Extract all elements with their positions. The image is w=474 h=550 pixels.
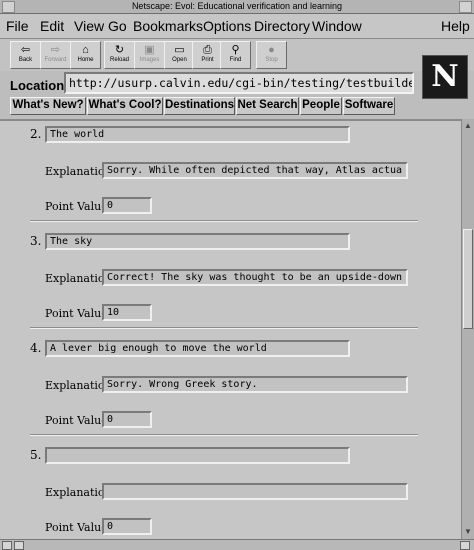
- answer-input[interactable]: A lever big enough to move the world: [45, 340, 350, 357]
- forward-label: Forward: [44, 57, 67, 63]
- menu-options[interactable]: Options: [203, 18, 251, 34]
- back-arrow-icon: ⇦: [20, 44, 31, 56]
- whats-new-button[interactable]: What's New?: [10, 97, 86, 115]
- window-menu-button[interactable]: [2, 1, 15, 13]
- whats-cool-button[interactable]: What's Cool?: [87, 97, 163, 115]
- menu-directory[interactable]: Directory: [254, 18, 310, 34]
- stop-icon: ●: [268, 44, 275, 56]
- home-label: Home: [77, 57, 94, 63]
- location-input[interactable]: http://usurp.calvin.edu/cgi-bin/testing/…: [64, 72, 414, 94]
- images-icon: ▣: [144, 44, 155, 56]
- question-number: 5.: [30, 448, 42, 462]
- menu-view[interactable]: View: [74, 18, 104, 34]
- reload-label: Reload: [109, 57, 129, 63]
- menu-window[interactable]: Window: [312, 18, 362, 34]
- menu-bookmarks[interactable]: Bookmarks: [133, 18, 203, 34]
- software-button[interactable]: Software: [343, 97, 395, 115]
- netscape-logo[interactable]: N: [422, 55, 468, 99]
- question-number: 4.: [30, 341, 42, 355]
- location-label: Location:: [10, 78, 69, 93]
- home-icon: ⌂: [82, 44, 89, 56]
- divider: [30, 327, 418, 329]
- open-label: Open: [172, 57, 187, 63]
- point-value-input[interactable]: 0: [102, 197, 152, 214]
- reload-icon: ↻: [114, 44, 125, 56]
- open-icon: ▭: [174, 44, 185, 56]
- net-search-button[interactable]: Net Search: [236, 97, 299, 115]
- home-button[interactable]: ⌂ Home: [70, 41, 101, 69]
- print-icon: ⎙: [203, 44, 212, 56]
- vertical-scrollbar[interactable]: ▲ ▼: [461, 119, 474, 539]
- stop-label: Stop: [265, 57, 278, 63]
- find-icon: ⚲: [231, 44, 240, 56]
- menu-edit[interactable]: Edit: [40, 18, 64, 34]
- scroll-up-icon[interactable]: ▲: [464, 121, 472, 130]
- print-label: Print: [201, 57, 214, 63]
- menu-bar: File Edit View Go Bookmarks Options Dire…: [0, 14, 474, 39]
- point-value-input[interactable]: 0: [102, 411, 152, 428]
- answer-input[interactable]: The sky: [45, 233, 350, 250]
- destinations-button[interactable]: Destinations: [164, 97, 235, 115]
- window-title: Netscape: Evol: Educational verification…: [131, 1, 343, 11]
- explanation-input[interactable]: Correct! The sky was thought to be an up…: [102, 269, 408, 286]
- back-button[interactable]: ⇦ Back: [10, 41, 41, 69]
- forward-button[interactable]: ⇨ Forward: [40, 41, 71, 69]
- explanation-input[interactable]: [102, 483, 408, 500]
- toolbar: ⇦ Back ⇨ Forward ⌂ Home ↻ Reload ▣ Image…: [0, 39, 474, 71]
- open-button[interactable]: ▭ Open: [164, 41, 195, 69]
- stop-button[interactable]: ● Stop: [256, 41, 287, 69]
- menu-file[interactable]: File: [6, 18, 29, 34]
- scrollbar-thumb[interactable]: [463, 229, 473, 329]
- window-maximize-button[interactable]: [459, 1, 472, 13]
- find-label: Find: [229, 57, 242, 63]
- divider: [30, 434, 418, 436]
- status-bar: [0, 539, 474, 550]
- question-number: 2.: [30, 127, 42, 141]
- back-label: Back: [18, 57, 33, 63]
- answer-input[interactable]: The world: [45, 126, 350, 143]
- window-title-bar: Netscape: Evol: Educational verification…: [0, 0, 474, 14]
- scroll-down-icon[interactable]: ▼: [464, 527, 472, 536]
- menu-go[interactable]: Go: [108, 18, 127, 34]
- find-button[interactable]: ⚲ Find: [220, 41, 251, 69]
- point-value-input[interactable]: 0: [102, 518, 152, 535]
- explanation-input[interactable]: Sorry. While often depicted that way, At…: [102, 162, 408, 179]
- print-button[interactable]: ⎙ Print: [192, 41, 223, 69]
- page-content: 2. The world Explanation: Sorry. While o…: [0, 119, 461, 541]
- people-button[interactable]: People: [300, 97, 342, 115]
- explanation-input[interactable]: Sorry. Wrong Greek story.: [102, 376, 408, 393]
- question-number: 3.: [30, 234, 42, 248]
- point-value-input[interactable]: 10: [102, 304, 152, 321]
- reload-button[interactable]: ↻ Reload: [104, 41, 135, 69]
- forward-arrow-icon: ⇨: [50, 44, 61, 56]
- menu-help[interactable]: Help: [441, 18, 470, 34]
- answer-input[interactable]: [45, 447, 350, 464]
- images-label: Images: [139, 57, 160, 63]
- images-button[interactable]: ▣ Images: [134, 41, 165, 69]
- divider: [30, 220, 418, 222]
